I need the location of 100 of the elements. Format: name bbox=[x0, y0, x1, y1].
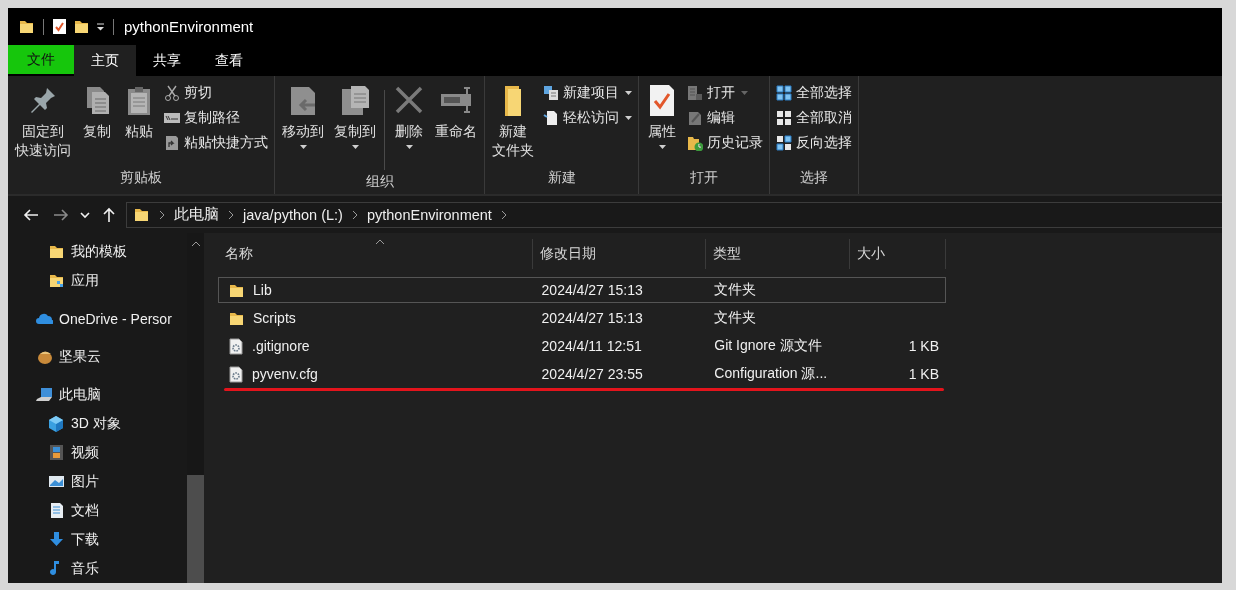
history-icon bbox=[687, 135, 703, 151]
ribbon-button[interactable]: 删除 bbox=[389, 82, 429, 151]
ribbon-button[interactable]: 新建项目 bbox=[540, 83, 635, 103]
file-row[interactable]: Lib 2024/4/27 15:13 文件夹 bbox=[218, 277, 946, 303]
ribbon-button[interactable]: 新建 文件夹 bbox=[488, 82, 538, 162]
ribbon-button[interactable]: 重命名 bbox=[431, 82, 481, 143]
ribbon-button[interactable]: 复制 bbox=[77, 82, 117, 143]
ribbon-button[interactable]: 轻松访问 bbox=[540, 108, 635, 128]
sidebar-item[interactable]: 文档 bbox=[8, 496, 187, 525]
cube-icon bbox=[48, 415, 65, 432]
ribbon-tab[interactable]: 查看 bbox=[198, 45, 260, 76]
caret-icon bbox=[190, 241, 201, 247]
app-icon bbox=[48, 272, 65, 289]
ribbon-button[interactable]: 粘贴快捷方式 bbox=[161, 133, 271, 153]
window-title: pythonEnvironment bbox=[124, 18, 254, 35]
ribbon-tab[interactable]: 共享 bbox=[136, 45, 198, 76]
file-menu-tab[interactable]: 文件 bbox=[8, 45, 74, 74]
file-name: .gitignore bbox=[252, 338, 310, 354]
ribbon-button[interactable]: 粘贴 bbox=[119, 82, 159, 143]
breadcrumb[interactable]: pythonEnvironment bbox=[366, 206, 492, 223]
column-header[interactable]: 名称 bbox=[218, 239, 533, 269]
up-arrow-icon bbox=[101, 206, 117, 223]
checklist-icon bbox=[52, 18, 67, 35]
group-label: 组织 bbox=[364, 172, 395, 191]
download-icon bbox=[48, 531, 65, 548]
ribbon-button[interactable]: 复制路径 bbox=[161, 108, 271, 128]
sidebar-item[interactable]: 我的模板 bbox=[8, 237, 187, 266]
chevron-icon bbox=[227, 209, 235, 220]
sidebar-item[interactable]: 3D 对象 bbox=[8, 409, 187, 438]
column-header[interactable]: 大小 bbox=[850, 239, 946, 269]
file-icon bbox=[228, 337, 244, 355]
file-icon bbox=[228, 365, 244, 383]
file-type: Configuration 源... bbox=[714, 365, 828, 383]
file-date: 2024/4/11 12:51 bbox=[541, 338, 642, 354]
invert-selection-icon bbox=[776, 135, 792, 151]
group-label: 新建 bbox=[546, 168, 577, 187]
folder-icon bbox=[48, 243, 65, 260]
folder-icon bbox=[18, 18, 35, 35]
chevron-icon bbox=[350, 209, 359, 220]
group-label: 打开 bbox=[689, 168, 719, 187]
file-type: Git Ignore 源文件 bbox=[714, 337, 822, 355]
file-size: 1 KB bbox=[908, 338, 939, 354]
ribbon-button[interactable]: 打开 bbox=[684, 83, 766, 103]
select-none-icon bbox=[776, 110, 792, 126]
file-name: Lib bbox=[253, 282, 272, 298]
column-header[interactable]: 类型 bbox=[705, 239, 851, 269]
chevron-icon bbox=[499, 209, 508, 220]
file-date: 2024/4/27 15:13 bbox=[541, 310, 643, 326]
ribbon-button[interactable]: 剪切 bbox=[161, 83, 271, 103]
path-icon bbox=[164, 110, 180, 126]
sidebar-item[interactable]: OneDrive - Persor bbox=[8, 304, 187, 333]
file-type: 文件夹 bbox=[714, 309, 757, 327]
column-header[interactable]: 修改日期 bbox=[532, 239, 706, 269]
scrollbar-thumb[interactable] bbox=[187, 475, 204, 583]
chevron-icon bbox=[158, 209, 166, 220]
document-icon bbox=[543, 110, 559, 126]
file-type: 文件夹 bbox=[714, 281, 757, 299]
sidebar-item[interactable]: 图片 bbox=[8, 467, 187, 496]
ribbon-button[interactable]: 历史记录 bbox=[684, 133, 766, 153]
back-arrow-icon bbox=[23, 206, 39, 223]
open-icon bbox=[687, 85, 703, 101]
group-label: 选择 bbox=[799, 168, 829, 187]
sidebar-item[interactable]: 视频 bbox=[8, 438, 187, 467]
document-icon bbox=[48, 502, 65, 519]
ribbon-button[interactable]: 全部取消 bbox=[773, 108, 855, 128]
ribbon-button[interactable]: 全部选择 bbox=[773, 83, 855, 103]
ribbon-button[interactable]: 反向选择 bbox=[773, 133, 855, 153]
sidebar-item[interactable]: 音乐 bbox=[8, 554, 187, 583]
sidebar-item[interactable]: 此电脑 bbox=[8, 380, 187, 409]
file-name: pyvenv.cfg bbox=[252, 366, 318, 382]
sidebar-item[interactable]: 下载 bbox=[8, 525, 187, 554]
file-date: 2024/4/27 15:13 bbox=[541, 282, 643, 298]
file-row[interactable]: .gitignore 2024/4/11 12:51 Git Ignore 源文件 1 KB bbox=[218, 333, 946, 359]
file-date: 2024/4/27 23:55 bbox=[541, 366, 643, 382]
breadcrumb[interactable]: java/python (L:) bbox=[243, 206, 343, 223]
ribbon-tab[interactable]: 主页 bbox=[74, 45, 136, 76]
caret-icon bbox=[96, 22, 105, 31]
select-all-icon bbox=[776, 85, 792, 101]
ribbon-button[interactable]: 属性 bbox=[642, 82, 682, 151]
sidebar-item[interactable]: 坚果云 bbox=[8, 342, 187, 371]
picture-icon bbox=[48, 473, 65, 490]
new-item-icon bbox=[543, 85, 559, 101]
scissors-icon bbox=[164, 85, 180, 101]
ribbon-button[interactable]: 固定到 快速访问 bbox=[11, 82, 75, 162]
group-label: 剪贴板 bbox=[119, 168, 163, 187]
ribbon-button[interactable]: 编辑 bbox=[684, 108, 766, 128]
ribbon-button[interactable]: 移动到 bbox=[278, 82, 328, 151]
folder-icon bbox=[133, 206, 150, 223]
file-size: 1 KB bbox=[908, 366, 939, 382]
file-row[interactable]: Scripts 2024/4/27 15:13 文件夹 bbox=[218, 305, 946, 331]
file-row[interactable]: pyvenv.cfg 2024/4/27 23:55 Configuration 源... 1 KB bbox=[218, 361, 946, 387]
ribbon-button[interactable]: 复制到 bbox=[330, 82, 380, 151]
shortcut-icon bbox=[164, 135, 180, 151]
forward-arrow-icon bbox=[53, 206, 69, 223]
sidebar-item[interactable]: 应用 bbox=[8, 266, 187, 295]
computer-icon bbox=[36, 386, 53, 403]
video-icon bbox=[48, 444, 65, 461]
address-bar[interactable]: 此电脑 java/python (L:) pythonEnvironment bbox=[126, 201, 1222, 228]
edit-icon bbox=[687, 110, 703, 126]
breadcrumb[interactable]: 此电脑 bbox=[174, 205, 219, 224]
